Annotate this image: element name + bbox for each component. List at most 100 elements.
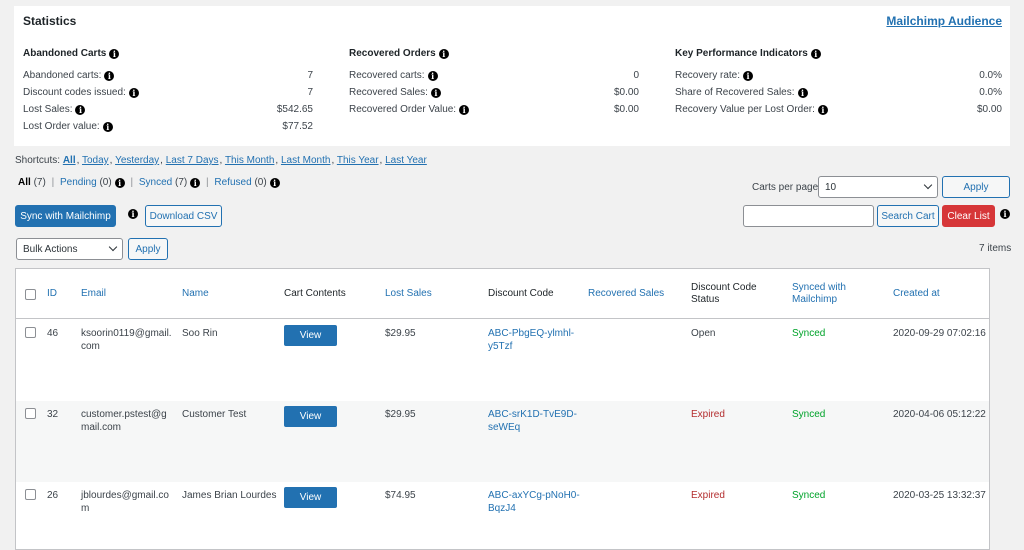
stat-row-lost-order-value: Lost Order value: i $77.52 <box>23 120 313 137</box>
filter-all[interactable]: All <box>18 177 31 188</box>
row-checkbox[interactable] <box>25 327 36 338</box>
separator: | <box>206 177 209 188</box>
apply-per-page-button[interactable]: Apply <box>942 176 1010 198</box>
shortcut-yesterday[interactable]: Yesterday <box>115 155 159 166</box>
shortcut-last-month[interactable]: Last Month <box>281 155 330 166</box>
stat-value: 0 <box>633 70 639 81</box>
info-icon[interactable]: i <box>438 49 449 59</box>
row-checkbox[interactable] <box>25 489 36 500</box>
select-all-checkbox[interactable] <box>25 289 36 300</box>
cell-discount-code[interactable]: ABC-PbgEQ-ylmhl-y5Tzf <box>488 327 574 353</box>
cell-discount-code[interactable]: ABC-axYCg-pNoH0- BqzJ4 <box>488 489 580 515</box>
row-checkbox[interactable] <box>25 408 36 419</box>
search-cart-button[interactable]: Search Cart <box>877 205 939 227</box>
cell-discount-status: Open <box>691 328 716 339</box>
stat-row-share-recovered: Share of Recovered Sales: i 0.0% <box>675 86 1002 103</box>
table-header: ID Email Name Cart Contents Lost Sales D… <box>16 269 989 319</box>
table-row: 26 jblourdes@gmail.co m James Brian Lourd… <box>16 482 989 549</box>
bulk-apply-button[interactable]: Apply <box>128 238 168 260</box>
stat-row-recovered-order-value: Recovered Order Value: i $0.00 <box>349 103 639 120</box>
table-row: 46 ksoorin0119@gmail. com Soo Rin View $2… <box>16 320 989 401</box>
shortcuts-label: Shortcuts: <box>15 155 61 166</box>
info-icon[interactable]: i <box>459 105 470 115</box>
stat-value: 7 <box>307 70 313 81</box>
statistics-panel: Statistics Mailchimp Audience Abandoned … <box>14 6 1010 146</box>
view-cart-button[interactable]: View <box>284 406 337 427</box>
cell-discount-status: Expired <box>691 490 725 501</box>
cell-created-at: 2020-03-25 13:32:37 <box>893 490 986 501</box>
cell-email: ksoorin0119@gmail. com <box>81 328 172 352</box>
column-synced[interactable]: Synced with Mailchimp <box>792 269 846 319</box>
shortcut-this-year[interactable]: This Year <box>337 155 379 166</box>
info-icon[interactable]: i <box>797 88 808 98</box>
clear-list-button[interactable]: Clear List <box>942 205 995 227</box>
cell-discount-code[interactable]: ABC-srK1D-TvE9D-seWEq <box>488 408 577 434</box>
info-icon[interactable]: i <box>1000 209 1010 219</box>
cell-id: 26 <box>47 490 59 501</box>
stat-value: $0.00 <box>613 104 639 115</box>
cell-id: 32 <box>47 409 59 420</box>
filter-refused[interactable]: Refused <box>214 177 251 188</box>
cell-name: Customer Test <box>182 409 247 420</box>
column-created-at[interactable]: Created at <box>893 269 940 319</box>
carts-per-page-label: Carts per page: <box>752 182 821 193</box>
column-lost-sales[interactable]: Lost Sales <box>385 269 432 319</box>
stat-value: $0.00 <box>976 104 1002 115</box>
date-shortcuts: Shortcuts: All, Today, Yesterday, Last 7… <box>15 155 427 166</box>
info-icon[interactable]: i <box>430 88 441 98</box>
stat-row-lost-sales: Lost Sales: i $542.65 <box>23 103 313 120</box>
carts-per-page-select[interactable]: 10 <box>818 176 938 198</box>
kpi-heading: Key Performance Indicators i <box>675 48 1002 59</box>
info-icon[interactable]: i <box>810 49 821 59</box>
info-icon[interactable]: i <box>114 178 125 188</box>
info-icon[interactable]: i <box>128 209 138 219</box>
view-cart-button[interactable]: View <box>284 487 337 508</box>
info-icon[interactable]: i <box>269 178 280 188</box>
column-email[interactable]: Email <box>81 269 106 319</box>
abandoned-carts-section: Abandoned Carts i Abandoned carts: i 7 Dis… <box>23 48 313 137</box>
recovered-orders-heading: Recovered Orders i <box>349 48 639 59</box>
search-input[interactable] <box>743 205 874 227</box>
shortcut-this-month[interactable]: This Month <box>225 155 274 166</box>
cell-id: 46 <box>47 328 59 339</box>
column-name[interactable]: Name <box>182 269 209 319</box>
stat-row-abandoned-carts: Abandoned carts: i 7 <box>23 69 313 86</box>
filter-pending[interactable]: Pending <box>60 177 97 188</box>
status-filters: All (7) | Pending (0) i | Synced (7) i | R… <box>18 177 280 188</box>
stat-row-discount-codes: Discount codes issued: i 7 <box>23 86 313 103</box>
stat-row-recovered-carts: Recovered carts: i 0 <box>349 69 639 86</box>
shortcut-last-7-days[interactable]: Last 7 Days <box>166 155 219 166</box>
info-icon[interactable]: i <box>102 122 113 132</box>
info-icon[interactable]: i <box>75 105 86 115</box>
info-icon[interactable]: i <box>743 71 754 81</box>
kpi-section: Key Performance Indicators i Recovery rat… <box>675 48 1002 120</box>
cell-email: customer.pstest@g mail.com <box>81 409 167 433</box>
info-icon[interactable]: i <box>817 105 828 115</box>
column-recovered-sales[interactable]: Recovered Sales <box>588 269 664 319</box>
column-id[interactable]: ID <box>47 269 57 319</box>
mailchimp-audience-link[interactable]: Mailchimp Audience <box>886 14 1002 28</box>
shortcut-all[interactable]: All <box>63 155 76 166</box>
download-csv-button[interactable]: Download CSV <box>145 205 222 227</box>
info-icon[interactable]: i <box>128 88 139 98</box>
sync-mailchimp-button[interactable]: Sync with Mailchimp <box>15 205 116 227</box>
info-icon[interactable]: i <box>109 49 120 59</box>
items-count: 7 items <box>979 243 1012 254</box>
table-row: 32 customer.pstest@g mail.com Customer Te… <box>16 401 989 482</box>
stat-value: 0.0% <box>979 87 1002 98</box>
stat-row-recovered-sales: Recovered Sales: i $0.00 <box>349 86 639 103</box>
info-icon[interactable]: i <box>427 71 438 81</box>
view-cart-button[interactable]: View <box>284 325 337 346</box>
filter-count: (0) <box>99 177 112 188</box>
filter-synced[interactable]: Synced <box>139 177 172 188</box>
bulk-actions-select[interactable]: Bulk Actions <box>16 238 123 260</box>
cell-synced-status: Synced <box>792 409 826 420</box>
info-icon[interactable]: i <box>104 71 115 81</box>
cell-created-at: 2020-09-29 07:02:16 <box>893 328 986 339</box>
stat-value: $77.52 <box>282 121 313 132</box>
separator: | <box>51 177 55 188</box>
shortcut-today[interactable]: Today <box>82 155 109 166</box>
stat-value: 7 <box>307 87 313 98</box>
shortcut-last-year[interactable]: Last Year <box>385 155 427 166</box>
info-icon[interactable]: i <box>190 178 201 188</box>
